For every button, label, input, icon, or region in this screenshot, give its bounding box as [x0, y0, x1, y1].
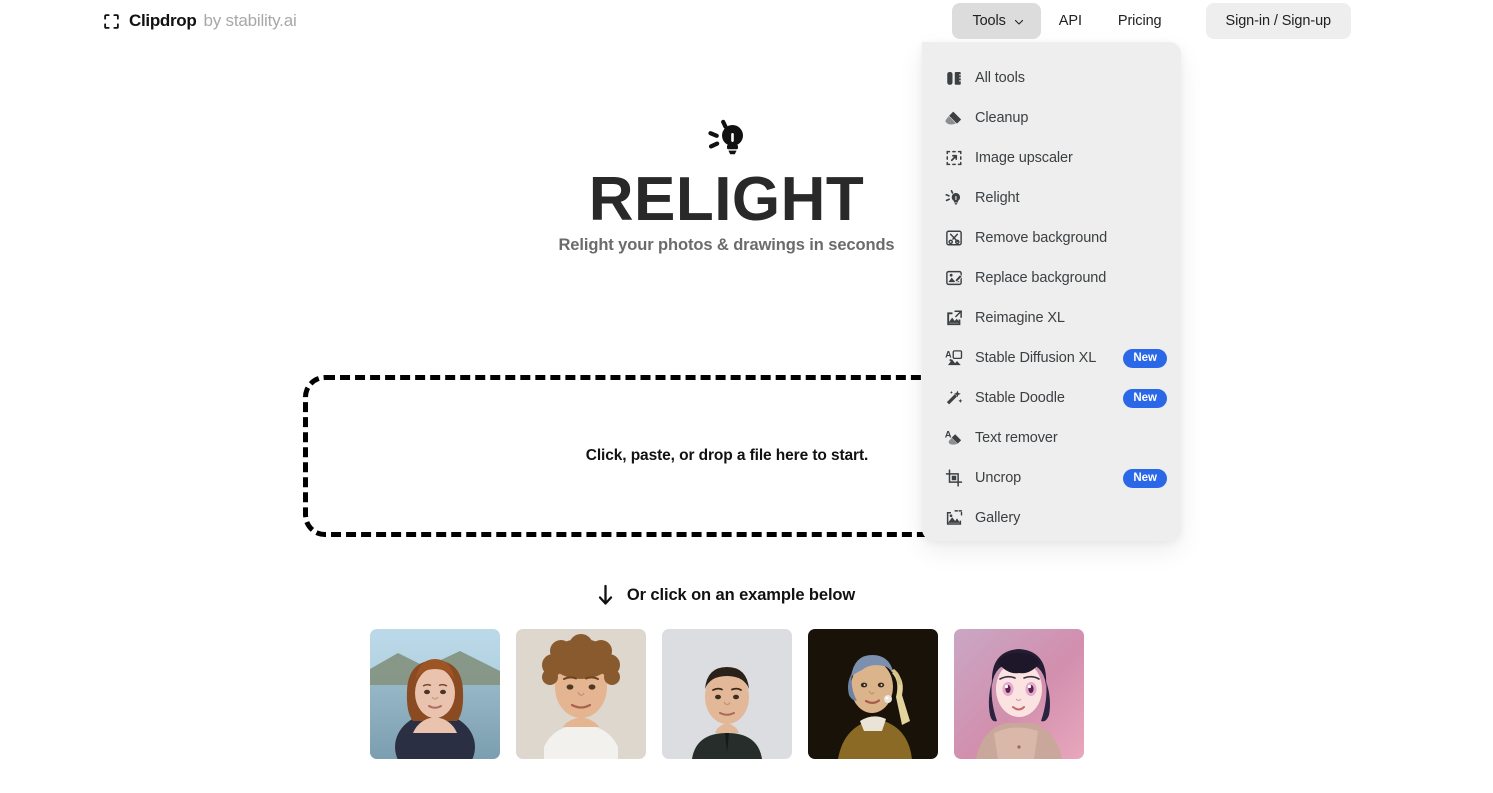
menu-item-label: Stable Doodle [975, 390, 1065, 406]
menu-item-all-tools[interactable]: All tools [922, 58, 1181, 98]
new-badge: New [1123, 348, 1167, 368]
menu-item-reimagine-xl[interactable]: Reimagine XL [922, 298, 1181, 338]
nav-tools-label: Tools [972, 13, 1006, 29]
site-header: Clipdrop by stability.ai Tools API Prici… [0, 0, 1493, 42]
replace-background-icon [945, 269, 963, 287]
new-badge: New [1123, 468, 1167, 488]
menu-item-stable-doodle[interactable]: Stable Doodle New [922, 378, 1181, 418]
text-to-image-icon: A [945, 349, 963, 367]
eraser-icon [945, 109, 963, 127]
menu-item-uncrop[interactable]: Uncrop New [922, 458, 1181, 498]
uncrop-icon [945, 469, 963, 487]
menu-item-label: Cleanup [975, 110, 1029, 126]
dropzone-label: Click, paste, or drop a file here to sta… [585, 447, 869, 464]
example-thumbnails [0, 629, 1453, 759]
example-thumbnail[interactable] [807, 629, 938, 759]
brand-name: Clipdrop [129, 11, 197, 30]
menu-item-cleanup[interactable]: Cleanup [922, 98, 1181, 138]
example-thumbnail[interactable] [515, 629, 646, 759]
menu-item-relight[interactable]: Relight [922, 178, 1181, 218]
example-thumbnail[interactable] [369, 629, 500, 759]
menu-item-label: Image upscaler [975, 150, 1073, 166]
new-badge: New [1123, 388, 1167, 408]
upscale-icon [945, 149, 963, 167]
text-remover-icon: A [945, 429, 963, 447]
svg-text:A: A [945, 429, 952, 439]
arrow-down-icon [598, 584, 613, 606]
menu-item-label: Reimagine XL [975, 310, 1065, 326]
remove-background-icon [945, 229, 963, 247]
lightbulb-icon [705, 118, 749, 160]
nav-tools-button[interactable]: Tools [952, 3, 1041, 39]
menu-item-label: Text remover [975, 430, 1058, 446]
page-subtitle: Relight your photos & drawings in second… [558, 236, 895, 254]
menu-item-label: Gallery [975, 510, 1021, 526]
lightbulb-icon [945, 189, 963, 207]
main-nav: Tools API Pricing Sign-in / Sign-up [952, 3, 1351, 39]
examples-hint-label: Or click on an example below [626, 585, 856, 604]
menu-item-replace-background[interactable]: Replace background [922, 258, 1181, 298]
brand-byline: by stability.ai [203, 11, 297, 30]
menu-item-remove-background[interactable]: Remove background [922, 218, 1181, 258]
example-thumbnail[interactable] [661, 629, 792, 759]
menu-item-label: Uncrop [975, 470, 1022, 486]
menu-item-label: Replace background [975, 270, 1107, 286]
nav-pricing-button[interactable]: Pricing [1100, 3, 1180, 39]
magic-wand-icon [945, 389, 963, 407]
menu-item-label: All tools [975, 70, 1025, 86]
reimagine-icon [945, 309, 963, 327]
menu-item-label: Stable Diffusion XL [975, 350, 1097, 366]
chevron-down-icon [1013, 16, 1025, 28]
menu-item-label: Relight [975, 190, 1020, 206]
menu-item-image-upscaler[interactable]: Image upscaler [922, 138, 1181, 178]
menu-item-stable-diffusion-xl[interactable]: A Stable Diffusion XL New [922, 338, 1181, 378]
all-tools-icon [945, 69, 963, 87]
examples-hint: Or click on an example below [0, 584, 1453, 606]
tools-dropdown-menu: All tools Cleanup Image upscaler Relight… [922, 42, 1181, 541]
menu-item-label: Remove background [975, 230, 1108, 246]
svg-text:A: A [945, 350, 952, 360]
nav-signin-signup-button[interactable]: Sign-in / Sign-up [1205, 3, 1351, 39]
clipdrop-logo-icon [103, 13, 120, 30]
page-title: RELIGHT [588, 165, 865, 234]
menu-item-text-remover[interactable]: A Text remover [922, 418, 1181, 458]
gallery-icon [945, 509, 963, 527]
clipdrop-relight-page: Clipdrop by stability.ai Tools API Prici… [0, 0, 1493, 793]
brand-logo[interactable]: Clipdrop by stability.ai [103, 10, 297, 32]
example-thumbnail[interactable] [953, 629, 1084, 759]
nav-api-button[interactable]: API [1041, 3, 1100, 39]
menu-item-gallery[interactable]: Gallery [922, 498, 1181, 538]
